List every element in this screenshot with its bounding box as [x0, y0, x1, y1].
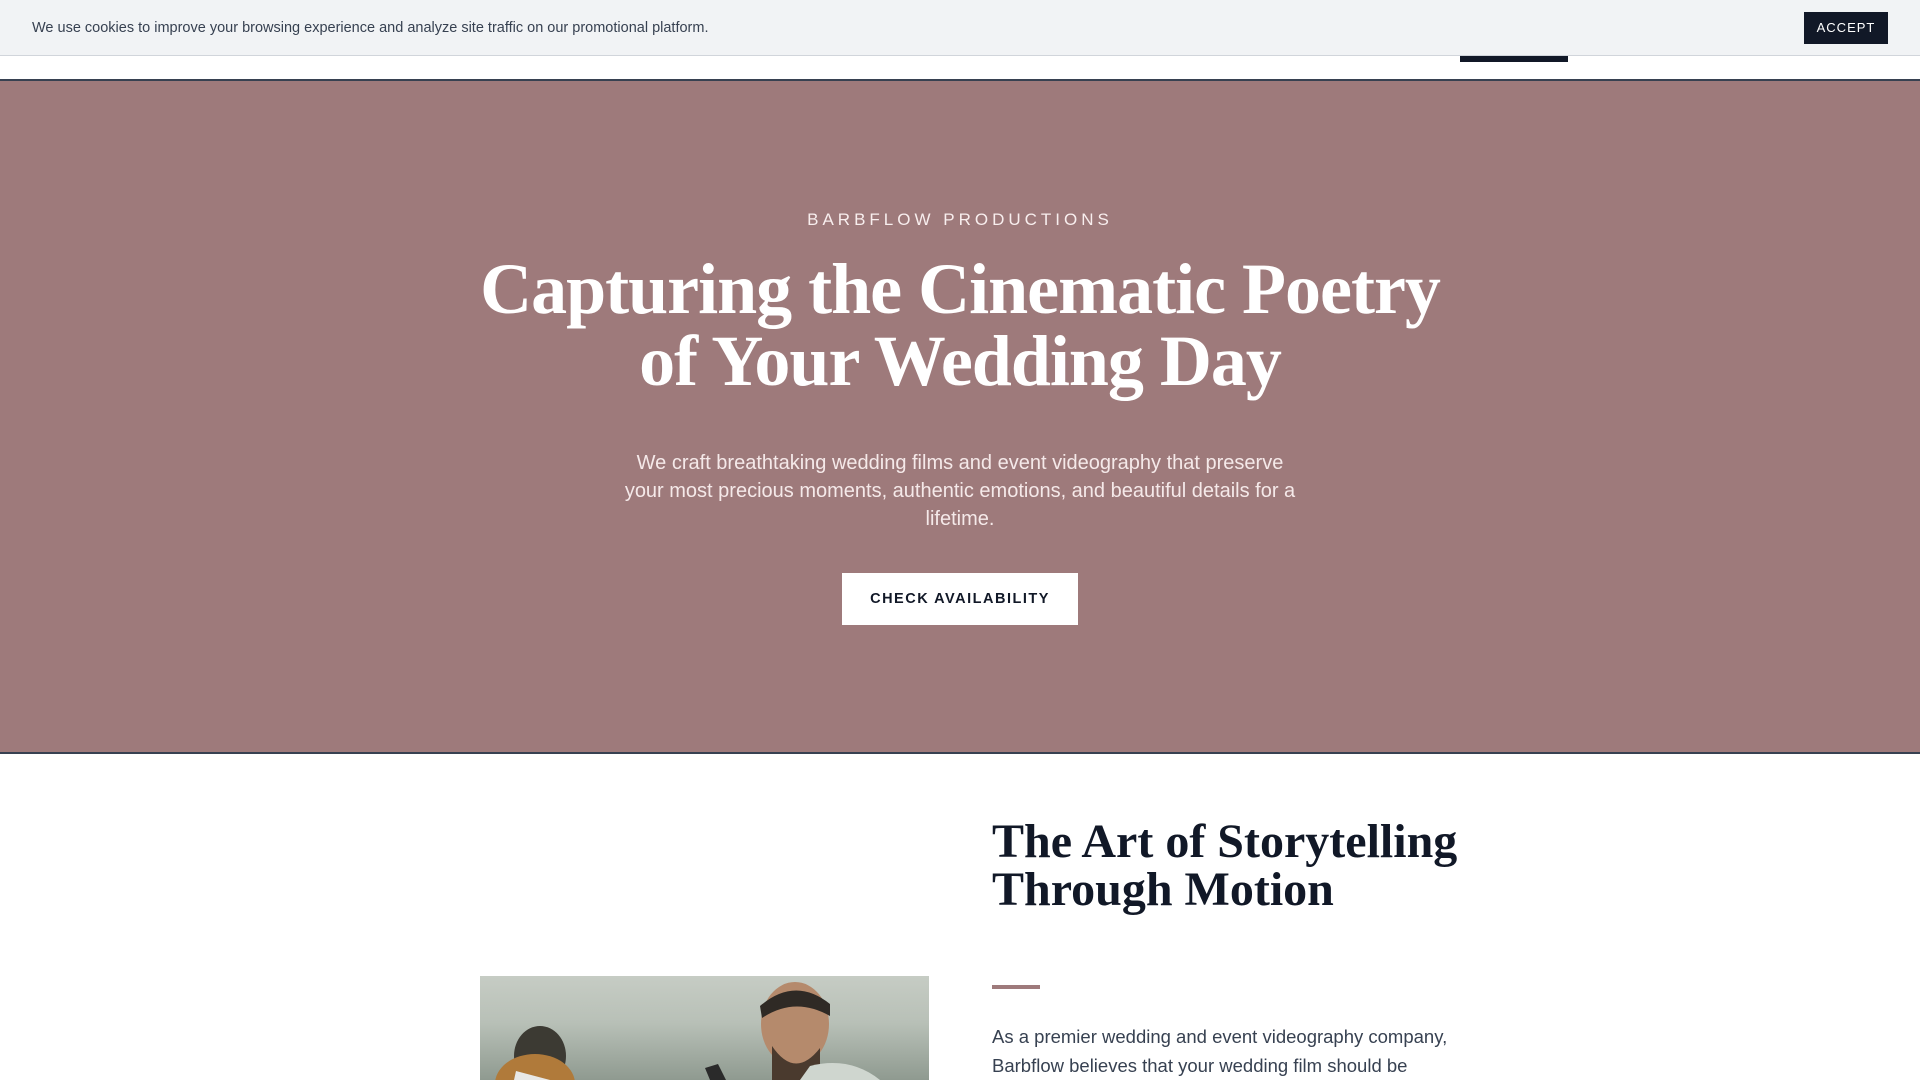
about-body: As a premier wedding and event videograp…: [992, 1026, 1448, 1076]
nav-active-indicator: [1460, 56, 1568, 62]
wedding-couple-photo: [480, 976, 929, 1080]
check-availability-button[interactable]: CHECK AVAILABILITY: [842, 573, 1078, 625]
site-header: [0, 56, 1920, 81]
about-title: The Art of Storytelling Through Motion: [992, 815, 1458, 916]
hero-title: Capturing the Cinematic Poetry of Your W…: [480, 249, 1441, 401]
accept-cookies-button[interactable]: ACCEPT: [1804, 11, 1888, 44]
hero-eyebrow: BARBFLOW PRODUCTIONS: [807, 210, 1113, 229]
cookie-message: We use cookies to improve your browsing …: [32, 19, 709, 36]
hero-section: BARBFLOW PRODUCTIONS Capturing the Cinem…: [0, 81, 1920, 754]
cookie-banner: We use cookies to improve your browsing …: [0, 0, 1920, 56]
about-divider: [992, 985, 1040, 989]
hero-subtitle: We craft breathtaking wedding films and …: [624, 452, 1296, 530]
